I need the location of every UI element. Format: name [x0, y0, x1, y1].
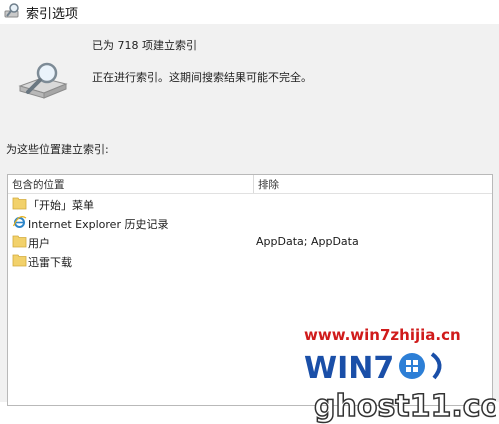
column-divider[interactable]	[253, 175, 254, 193]
location-name: 迅雷下载	[28, 256, 72, 269]
indexing-status-text: 正在进行索引。这期间搜索结果可能不完全。	[92, 71, 312, 84]
window-title: 索引选项	[26, 7, 79, 22]
indexing-options-icon	[4, 3, 19, 18]
exclude-value: AppData; AppData	[256, 235, 359, 248]
watermark-url: www.win7zhijia.cn	[304, 326, 461, 344]
list-item-thunder-downloads[interactable]: 迅雷下载	[8, 251, 492, 271]
location-name: Internet Explorer 历史记录	[28, 218, 169, 231]
internet-explorer-icon	[12, 216, 27, 228]
location-name: 用户	[28, 237, 50, 250]
list-item-ie-history[interactable]: Internet Explorer 历史记录	[8, 213, 492, 233]
title-bar: 索引选项	[0, 0, 499, 24]
folder-icon	[12, 254, 27, 267]
indexing-magnifier-icon	[18, 62, 68, 99]
dialog-body: 已为 718 项建立索引 正在进行索引。这期间搜索结果可能不完全。 为这些位置建…	[0, 24, 499, 424]
svg-text:WIN7: WIN7	[304, 351, 394, 386]
folder-icon	[12, 235, 27, 248]
list-header: 包含的位置 排除	[8, 175, 492, 194]
column-header-exclude[interactable]: 排除	[258, 177, 279, 192]
indexed-count-text: 已为 718 项建立索引	[92, 39, 197, 52]
list-item-start-menu[interactable]: 「开始」菜单	[8, 194, 492, 214]
svg-text:ghost11.com: ghost11.com	[314, 389, 496, 424]
index-locations-label: 为这些位置建立索引:	[6, 143, 109, 156]
list-item-users[interactable]: 用户 AppData; AppData	[8, 232, 492, 252]
watermark-logo: WIN7 ghost11.com	[304, 351, 496, 424]
location-name: 「开始」菜单	[28, 199, 94, 212]
column-header-included-locations[interactable]: 包含的位置	[12, 177, 65, 192]
folder-icon	[12, 197, 27, 210]
